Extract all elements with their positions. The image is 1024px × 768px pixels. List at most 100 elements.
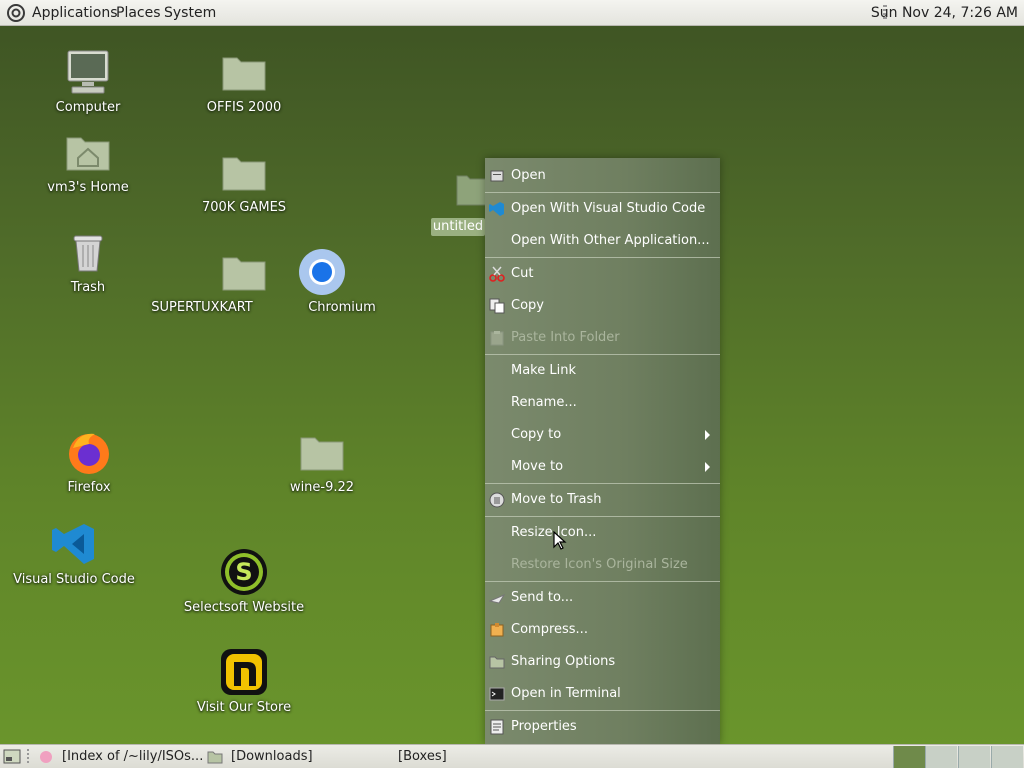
taskbar-item-boxes[interactable]: [Boxes] <box>398 748 447 766</box>
show-desktop-icon[interactable] <box>3 749 21 764</box>
menu-item-label: Open in Terminal <box>511 686 621 701</box>
untitled-folder-icon[interactable] <box>455 172 487 208</box>
desktop-icon-label: Visit Our Store <box>196 700 292 715</box>
menu-item-restore-icon-size[interactable]: Restore Icon's Original Size <box>485 553 720 577</box>
desktop-icon-label: Visual Studio Code <box>13 572 135 587</box>
share-folder-icon <box>489 656 505 669</box>
menu-separator <box>485 516 720 517</box>
desktop-icon-label: OFFIS 2000 <box>206 100 282 115</box>
workspace-2[interactable] <box>925 746 957 768</box>
untitled-folder-label[interactable]: untitled <box>431 218 485 236</box>
menu-item-label: Properties <box>511 719 577 734</box>
context-menu: Open Open With Visual Studio Code Open W… <box>485 158 720 744</box>
mouse-pointer-icon <box>553 531 567 550</box>
properties-icon <box>490 719 504 735</box>
terminal-icon <box>489 687 505 701</box>
menu-item-move-to-trash[interactable]: Move to Trash <box>485 488 720 512</box>
folder-icon <box>207 751 223 764</box>
folder-icon <box>222 57 266 91</box>
desktop-icon-label: SUPERTUXKART <box>151 300 253 315</box>
firefox-icon <box>69 433 109 474</box>
send-icon <box>489 594 505 604</box>
menu-item-label: Compress... <box>511 622 588 637</box>
menu-item-label: Send to... <box>511 590 574 605</box>
menu-item-send-to[interactable]: Send to... <box>485 586 720 610</box>
folder-icon <box>222 257 266 291</box>
taskbar-item-index[interactable]: [Index of /~lily/ISOs... <box>62 748 203 766</box>
workspace-3[interactable] <box>958 746 990 768</box>
chromium-icon <box>299 249 345 295</box>
menu-item-resize-icon[interactable]: Resize Icon... <box>485 521 720 545</box>
places-menu[interactable]: Places <box>116 5 161 21</box>
home-folder-icon <box>66 137 110 171</box>
desktop-icon-label: Chromium <box>308 300 376 315</box>
trash-icon <box>489 492 505 508</box>
vscode-icon <box>489 202 504 216</box>
store-icon <box>221 649 267 695</box>
svg-text:S: S <box>235 558 252 586</box>
desktop-icon-label: Selectsoft Website <box>183 600 305 615</box>
top-panel: Applications Places System Sun Nov 24, 7… <box>0 0 1024 26</box>
trash-icon <box>73 235 103 272</box>
folder-icon <box>222 157 266 191</box>
clock[interactable]: Sun Nov 24, 7:26 AM <box>871 5 1018 21</box>
debian-logo-icon[interactable] <box>6 3 26 23</box>
open-icon <box>490 170 504 182</box>
menu-item-move-to[interactable]: Move to <box>485 455 720 479</box>
system-menu[interactable]: System <box>164 5 216 21</box>
menu-item-label: Rename... <box>511 395 577 410</box>
menu-separator <box>485 257 720 258</box>
paste-icon <box>490 331 504 346</box>
menu-item-label: Paste Into Folder <box>511 330 620 345</box>
menu-separator <box>485 354 720 355</box>
archive-icon <box>490 623 504 637</box>
menu-item-label: Copy to <box>511 427 562 442</box>
menu-item-label: Move to Trash <box>511 492 602 507</box>
taskbar-item-downloads[interactable]: [Downloads] <box>231 748 313 766</box>
menu-item-label: Sharing Options <box>511 654 616 669</box>
menu-item-copy-to[interactable]: Copy to <box>485 423 720 447</box>
menu-item-properties[interactable]: Properties <box>485 715 720 739</box>
desktop-icon-label: Trash <box>70 280 106 295</box>
menu-item-label: Open <box>511 168 546 183</box>
menu-item-open-with-other[interactable]: Open With Other Application... <box>485 229 720 253</box>
menu-item-label: Make Link <box>511 363 576 378</box>
copy-icon <box>489 298 505 314</box>
menu-item-open-with-vscode[interactable]: Open With Visual Studio Code <box>485 197 720 221</box>
menu-item-label: Open With Other Application... <box>511 233 710 248</box>
menu-item-label: Copy <box>511 298 544 313</box>
menu-item-label: Open With Visual Studio Code <box>511 201 706 216</box>
bottom-panel: [Index of /~lily/ISOs... [Downloads] [Bo… <box>0 744 1024 768</box>
menu-separator <box>485 192 720 193</box>
menu-item-label: Move to <box>511 459 564 474</box>
menu-item-make-link[interactable]: Make Link <box>485 359 720 383</box>
menu-item-open-in-terminal[interactable]: Open in Terminal <box>485 682 720 706</box>
workspace-1[interactable] <box>893 746 925 768</box>
folder-icon <box>300 437 344 471</box>
desktop-icon-label: vm3's Home <box>47 180 129 195</box>
desktop-icon-label: wine-9.22 <box>289 480 355 495</box>
browser-window-icon <box>40 751 52 763</box>
menu-separator <box>485 710 720 711</box>
menu-item-rename[interactable]: Rename... <box>485 391 720 415</box>
computer-icon <box>67 50 109 94</box>
applications-menu[interactable]: Applications <box>32 5 118 21</box>
scissors-icon <box>489 266 505 282</box>
menu-item-cut[interactable]: Cut <box>485 262 720 286</box>
submenu-arrow-icon <box>705 462 710 472</box>
menu-item-copy[interactable]: Copy <box>485 294 720 318</box>
menu-separator <box>485 581 720 582</box>
menu-separator <box>485 483 720 484</box>
panel-grip[interactable] <box>27 749 29 765</box>
menu-item-compress[interactable]: Compress... <box>485 618 720 642</box>
menu-item-sharing-options[interactable]: Sharing Options <box>485 650 720 674</box>
desktop-icon-label: Computer <box>55 100 121 115</box>
selectsoft-icon: S <box>221 549 267 595</box>
menu-item-label: Restore Icon's Original Size <box>511 557 688 572</box>
desktop-icon-label: 700K GAMES <box>201 200 287 215</box>
workspace-4[interactable] <box>991 746 1023 768</box>
menu-item-open[interactable]: Open <box>485 164 720 188</box>
submenu-arrow-icon <box>705 430 710 440</box>
menu-item-paste-into-folder[interactable]: Paste Into Folder <box>485 326 720 350</box>
vscode-icon <box>52 524 94 564</box>
